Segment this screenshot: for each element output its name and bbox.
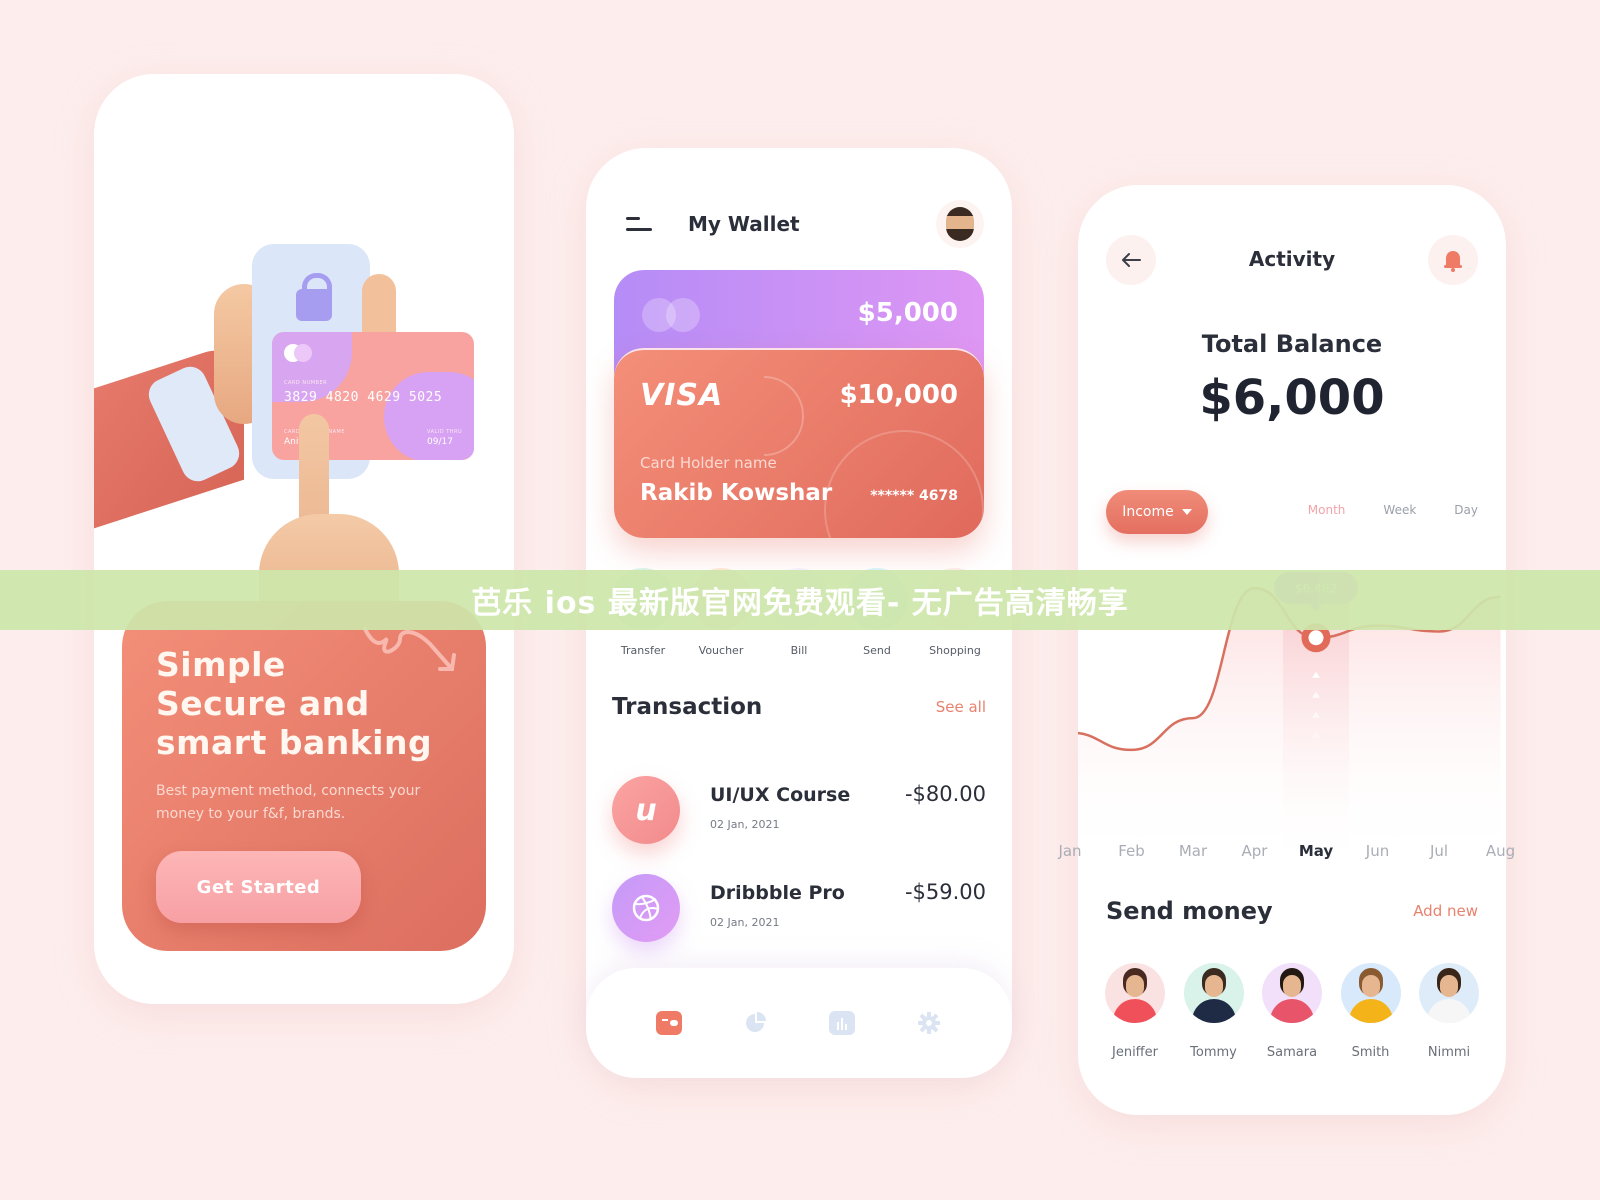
notifications-button[interactable]: [1428, 235, 1478, 285]
card-balance: $10,000: [839, 380, 958, 410]
contact-item[interactable]: Tommy: [1183, 963, 1245, 1060]
contact-name: Jeniffer: [1112, 1045, 1158, 1060]
x-tick-label[interactable]: Apr: [1242, 842, 1268, 860]
total-balance-value: $6,000: [1199, 370, 1385, 426]
x-tick-label[interactable]: May: [1299, 842, 1333, 860]
promo-description: Best payment method, connects your money…: [156, 783, 421, 822]
page-title: Activity: [1248, 247, 1336, 271]
transaction-date: 02 Jan, 2021: [710, 916, 780, 929]
x-tick-label[interactable]: Jul: [1430, 842, 1448, 860]
contact-avatar: [1419, 963, 1479, 1023]
contact-avatar: [1105, 963, 1165, 1023]
contacts-list: Jeniffer Tommy Samara Smith Nimmi: [1104, 963, 1480, 1060]
bell-icon: [1444, 251, 1462, 272]
send-money-header: Send money Add new: [1106, 897, 1478, 925]
tab-week[interactable]: Week: [1383, 503, 1416, 517]
tab-settings[interactable]: [916, 1011, 942, 1035]
promo-card: Simple Secure and smart banking Best pay…: [122, 601, 486, 951]
memoji-avatar-icon: [946, 207, 974, 241]
income-dropdown[interactable]: Income: [1106, 490, 1208, 534]
x-tick-label[interactable]: Jan: [1058, 842, 1081, 860]
get-started-button[interactable]: Get Started: [156, 851, 361, 923]
transaction-name: UI/UX Course: [710, 784, 851, 806]
gear-icon: [917, 1012, 940, 1034]
x-tick-label[interactable]: Mar: [1179, 842, 1207, 860]
menu-icon[interactable]: [626, 215, 652, 233]
income-dropdown-label: Income: [1122, 504, 1174, 520]
section-title: Send money: [1106, 897, 1273, 925]
page-title: My Wallet: [688, 212, 800, 236]
pie-chart-icon: [745, 1012, 766, 1032]
contact-item[interactable]: Samara: [1261, 963, 1323, 1060]
contact-avatar: [1340, 963, 1401, 1023]
x-axis-labels: Jan Feb Mar Apr May Jun Jul Aug: [1058, 842, 1515, 862]
transaction-row[interactable]: u UI/UX Course 02 Jan, 2021 -$80.00: [612, 776, 986, 846]
transaction-row[interactable]: Dribbble Pro 02 Jan, 2021 -$59.00: [612, 874, 986, 944]
see-all-link[interactable]: See all: [936, 698, 986, 716]
chevron-down-icon: [1181, 509, 1192, 515]
dribbble-icon: [612, 874, 680, 942]
tab-analytics[interactable]: [743, 1011, 769, 1035]
banner-text: 芭乐 ios 最新版官网免费观看- 无广告高清畅享: [471, 586, 1129, 621]
contact-name: Tommy: [1190, 1045, 1237, 1060]
card-balance: $5,000: [857, 298, 958, 328]
card-holder-label: Card Holder name: [640, 454, 777, 472]
x-tick-label[interactable]: Aug: [1486, 842, 1515, 860]
period-tabs: Month Week Day: [1308, 503, 1478, 517]
card-number-label: CARD NUMBER: [284, 380, 328, 386]
section-title: Transaction: [612, 694, 763, 720]
card-masked-number: ****** 4678: [870, 488, 958, 504]
total-balance-label: Total Balance: [1201, 330, 1383, 358]
transaction-amount: -$80.00: [904, 782, 986, 806]
card-expiry: 09/17: [427, 437, 453, 447]
tab-stats[interactable]: [829, 1011, 856, 1035]
contact-name: Nimmi: [1427, 1045, 1471, 1060]
contact-item[interactable]: Nimmi: [1418, 963, 1480, 1060]
card-number: 3829 4820 4629 5025: [284, 390, 443, 405]
x-tick-label[interactable]: Feb: [1118, 842, 1145, 860]
contact-item[interactable]: Jeniffer: [1104, 963, 1166, 1060]
contact-name: Smith: [1351, 1045, 1390, 1060]
contact-avatar: [1262, 963, 1322, 1023]
visa-logo-icon: VISA: [640, 378, 724, 413]
transaction-date: 02 Jan, 2021: [710, 818, 780, 831]
avatar[interactable]: [936, 200, 984, 248]
onboarding-screen: CARD NUMBER 3829 4820 4629 5025 CARD HOL…: [94, 74, 514, 1004]
contact-avatar: [1183, 963, 1244, 1023]
activity-screen: Activity Total Balance $6,000 Income Mon…: [1058, 185, 1515, 1115]
contact-item[interactable]: Smith: [1340, 963, 1402, 1060]
card-visa[interactable]: VISA $10,000 Card Holder name Rakib Kows…: [614, 348, 984, 538]
watermark-banner: 芭乐 ios 最新版官网免费观看- 无广告高清畅享: [0, 570, 1600, 630]
activity-header: Activity: [1106, 235, 1478, 285]
tab-day[interactable]: Day: [1454, 503, 1478, 517]
selected-data-point[interactable]: [1301, 623, 1331, 653]
bottom-tab-bar: [586, 968, 1012, 1078]
wallet-icon: [662, 1019, 679, 1026]
tab-wallet[interactable]: [656, 1011, 683, 1035]
transaction-amount: -$59.00: [904, 880, 986, 904]
udemy-icon: u: [612, 776, 680, 844]
x-tick-label[interactable]: Jun: [1366, 842, 1389, 860]
card-holder-name: Rakib Kowshar: [640, 480, 833, 506]
transaction-header: Transaction See all: [612, 694, 986, 720]
transaction-name: Dribbble Pro: [710, 882, 845, 904]
lock-icon: [296, 273, 332, 321]
bar-chart-icon: [837, 1018, 848, 1030]
add-new-link[interactable]: Add new: [1413, 902, 1478, 920]
wallet-header: My Wallet: [626, 200, 984, 248]
tab-month[interactable]: Month: [1308, 503, 1346, 517]
card-expiry-label: VALID THRU: [427, 429, 463, 435]
contact-name: Samara: [1266, 1045, 1318, 1060]
